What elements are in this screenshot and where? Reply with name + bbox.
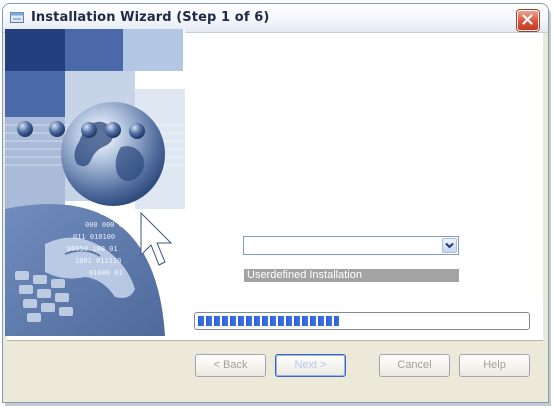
next-button[interactable]: Next > (275, 354, 346, 377)
binary-text: 01000 001 (100, 209, 138, 217)
close-button[interactable] (517, 10, 539, 31)
installation-type-select[interactable] (243, 236, 459, 255)
binary-text: 1001 011110 (75, 257, 121, 265)
chevron-down-icon (445, 242, 454, 249)
progress-bar (194, 312, 530, 330)
binary-text: 01000 01 (89, 269, 123, 277)
progress-fill (198, 316, 339, 326)
installer-icon (10, 12, 24, 23)
window-title: Installation Wizard (Step 1 of 6) (31, 10, 270, 25)
binary-text: 00050 100 01 (67, 245, 118, 253)
binary-text: 011 010100 (73, 233, 115, 241)
cancel-button[interactable]: Cancel (379, 354, 450, 377)
binary-text: 000 000 00 (85, 221, 127, 229)
dropdown-button[interactable] (442, 238, 457, 253)
help-button[interactable]: Help (459, 354, 530, 377)
installation-type-label: Userdefined Installation (244, 269, 459, 282)
back-button[interactable]: < Back (195, 354, 266, 377)
wizard-sidebar-image: 01000 001 000 000 00 011 010100 00050 10… (5, 29, 185, 336)
close-icon (522, 14, 533, 25)
